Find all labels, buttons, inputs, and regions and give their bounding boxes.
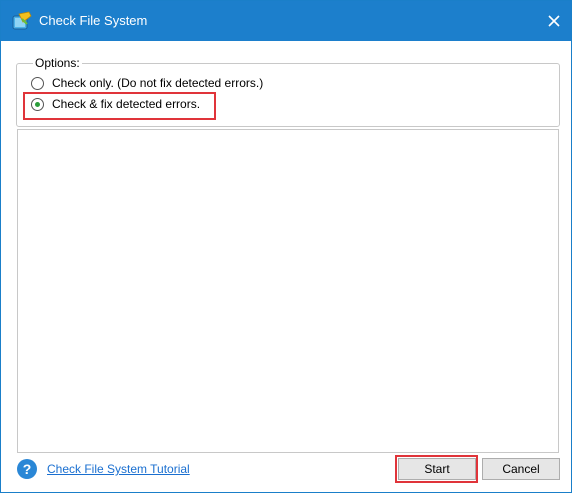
close-icon [548, 15, 560, 27]
title-bar: Check File System [1, 1, 571, 41]
radio-check-and-fix[interactable]: Check & fix detected errors. [31, 95, 200, 113]
start-button[interactable]: Start [398, 458, 476, 480]
radio-button-check-and-fix[interactable] [31, 97, 44, 111]
radio-label-check-only: Check only. (Do not fix detected errors.… [52, 76, 264, 90]
help-icon[interactable]: ? [17, 459, 37, 479]
log-output-area[interactable] [17, 129, 559, 453]
close-button[interactable] [537, 1, 571, 41]
radio-label-check-and-fix: Check & fix detected errors. [52, 97, 201, 111]
app-icon [11, 10, 33, 32]
tutorial-link[interactable]: Check File System Tutorial [47, 462, 190, 476]
radio-button-check-only[interactable] [31, 76, 44, 90]
window-title: Check File System [39, 13, 148, 28]
options-group: Options: Check only. (Do not fix detecte… [16, 56, 560, 127]
options-legend: Options: [33, 56, 82, 70]
check-file-system-dialog: Check File System Options: Check only. (… [0, 0, 572, 493]
cancel-button[interactable]: Cancel [482, 458, 560, 480]
radio-check-only[interactable]: Check only. (Do not fix detected errors.… [31, 74, 263, 92]
